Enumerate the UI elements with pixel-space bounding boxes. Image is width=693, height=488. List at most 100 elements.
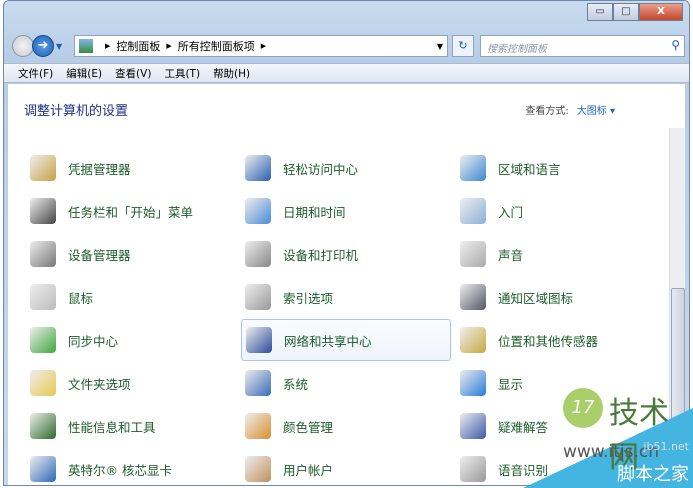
breadcrumb-all-items[interactable]: 所有控制面板项 [178, 38, 255, 54]
item-icon [30, 413, 56, 439]
search-placeholder: 搜索控制面板 [487, 44, 547, 55]
control-panel-item[interactable]: 英特尔® 核芯显卡 [26, 448, 236, 485]
recent-pages-dropdown[interactable]: ▼ [56, 42, 62, 51]
item-icon [30, 327, 56, 353]
search-input[interactable]: 搜索控制面板 ⚲ [480, 35, 685, 57]
refresh-button[interactable]: ↻ [452, 35, 474, 57]
item-icon [30, 198, 56, 224]
item-label: 同步中心 [68, 333, 119, 349]
item-icon [460, 155, 486, 181]
item-label: 凭据管理器 [68, 161, 131, 177]
menu-tools[interactable]: 工具(T) [164, 66, 200, 81]
control-panel-item[interactable]: 设备管理器 [26, 233, 236, 275]
item-icon [460, 413, 486, 439]
item-label: 声音 [498, 247, 524, 263]
item-icon [460, 370, 486, 396]
chevron-right-icon[interactable]: ▶ [261, 42, 266, 50]
page-title: 调整计算机的设置 [24, 104, 129, 119]
menu-file[interactable]: 文件(F) [18, 66, 53, 81]
control-panel-item[interactable]: 同步中心 [26, 319, 236, 361]
menu-help[interactable]: 帮助(H) [213, 66, 250, 81]
item-icon [460, 284, 486, 310]
control-panel-item[interactable]: 凭据管理器 [26, 147, 236, 189]
forward-button[interactable]: ➜ [32, 35, 54, 57]
item-icon [245, 284, 271, 310]
back-button[interactable] [12, 35, 34, 57]
item-label: 索引选项 [283, 290, 334, 306]
control-panel-item[interactable]: 索引选项 [241, 276, 451, 318]
item-label: 区域和语言 [498, 161, 561, 177]
item-label: 颜色管理 [283, 419, 334, 435]
item-label: 网络和共享中心 [284, 333, 372, 349]
item-icon [460, 241, 486, 267]
chevron-right-icon[interactable]: ▶ [166, 42, 171, 50]
chevron-right-icon[interactable]: ▶ [105, 42, 110, 50]
control-panel-item[interactable]: 入门 [456, 190, 666, 232]
breadcrumb-control-panel[interactable]: 控制面板 [116, 38, 160, 54]
control-panel-item[interactable]: 区域和语言 [456, 147, 666, 189]
item-icon [245, 370, 271, 396]
item-icon [30, 241, 56, 267]
item-icon [30, 155, 56, 181]
item-icon [245, 241, 271, 267]
search-icon[interactable]: ⚲ [671, 38, 680, 52]
watermark-logo: 17 [563, 388, 603, 428]
item-label: 鼠标 [68, 290, 94, 306]
item-icon [30, 456, 56, 482]
item-label: 设备管理器 [68, 247, 131, 263]
watermark-url2: jb51.net [643, 440, 689, 453]
address-bar[interactable]: ▶ 控制面板 ▶ 所有控制面板项 ▶ ▼ [74, 35, 448, 57]
item-label: 轻松访问中心 [283, 161, 359, 177]
control-panel-item[interactable]: 声音 [456, 233, 666, 275]
item-icon [460, 327, 486, 353]
item-icon [30, 284, 56, 310]
item-icon [30, 370, 56, 396]
view-by: 查看方式: 大图标 ▾ [525, 102, 615, 117]
item-icon [460, 198, 486, 224]
control-panel-item[interactable]: 位置和其他传感器 [456, 319, 666, 361]
close-button[interactable]: X [639, 3, 683, 21]
watermark-site: 脚本之家 [617, 464, 689, 485]
item-label: 系统 [283, 376, 309, 392]
item-label: 任务栏和「开始」菜单 [68, 204, 194, 220]
control-panel-item[interactable]: 系统 [241, 362, 451, 404]
item-label: 位置和其他传感器 [498, 333, 599, 349]
watermark: 17 技术网 www.itjs.cn jb51.net 脚本之家 [523, 378, 693, 488]
control-panel-item[interactable]: 颜色管理 [241, 405, 451, 447]
control-panel-item[interactable]: 日期和时间 [241, 190, 451, 232]
control-panel-item[interactable]: 性能信息和工具 [26, 405, 236, 447]
item-label: 英特尔® 核芯显卡 [68, 462, 172, 478]
menu-view[interactable]: 查看(V) [115, 66, 151, 81]
address-dropdown-icon[interactable]: ▼ [437, 42, 443, 51]
maximize-button[interactable]: □ [613, 3, 639, 21]
item-label: 通知区域图标 [498, 290, 574, 306]
item-label: 显示 [498, 376, 524, 392]
view-by-label: 查看方式: [525, 106, 569, 117]
view-by-dropdown[interactable]: 大图标 ▾ [577, 106, 615, 117]
item-icon [245, 413, 271, 439]
item-label: 日期和时间 [283, 204, 346, 220]
menu-edit[interactable]: 编辑(E) [66, 66, 102, 81]
item-label: 性能信息和工具 [68, 419, 156, 435]
item-icon [245, 155, 271, 181]
item-icon [245, 198, 271, 224]
control-panel-item[interactable]: 用户帐户 [241, 448, 451, 485]
caption-buttons: ▭ □ X [587, 3, 683, 21]
control-panel-item[interactable]: 网络和共享中心 [241, 319, 451, 361]
item-icon [245, 456, 271, 482]
item-label: 文件夹选项 [68, 376, 131, 392]
control-panel-item[interactable]: 鼠标 [26, 276, 236, 318]
item-icon [460, 456, 486, 482]
minimize-button[interactable]: ▭ [587, 3, 613, 21]
control-panel-item[interactable]: 文件夹选项 [26, 362, 236, 404]
nav-buttons: ➜ ▼ [12, 35, 62, 57]
item-icon [246, 327, 272, 353]
control-panel-icon [79, 39, 93, 53]
item-label: 用户帐户 [283, 462, 334, 478]
item-label: 入门 [498, 204, 524, 220]
control-panel-item[interactable]: 轻松访问中心 [241, 147, 451, 189]
control-panel-item[interactable]: 设备和打印机 [241, 233, 451, 275]
control-panel-item[interactable]: 任务栏和「开始」菜单 [26, 190, 236, 232]
control-panel-item[interactable]: 通知区域图标 [456, 276, 666, 318]
menu-bar: 文件(F) 编辑(E) 查看(V) 工具(T) 帮助(H) [4, 63, 689, 83]
